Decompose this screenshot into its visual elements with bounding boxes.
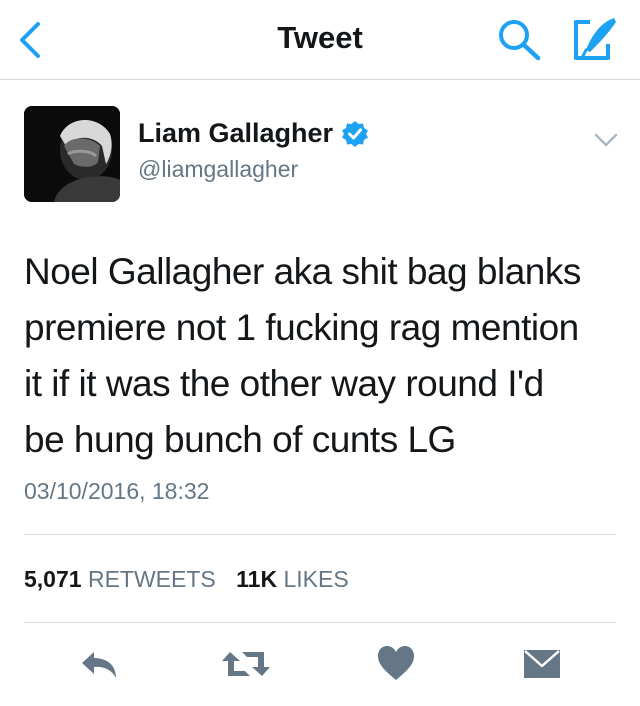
tweet-text: Noel Gallagher aka shit bag blanks premi…	[24, 244, 624, 468]
retweets-label: RETWEETS	[87, 566, 216, 592]
page-title: Tweet	[277, 20, 363, 55]
retweets-stat[interactable]: 5,071 RETWEETS	[24, 566, 236, 592]
likes-stat[interactable]: 11K LIKES	[236, 566, 349, 592]
tweet-text-line: be hung bunch of cunts LG	[24, 419, 456, 460]
avatar[interactable]	[24, 106, 120, 202]
tweet-timestamp: 03/10/2016, 18:32	[24, 478, 210, 504]
user-name-row[interactable]: Liam Gallagher	[138, 118, 369, 149]
tweet-text-line: Noel Gallagher aka shit bag blanks	[24, 251, 581, 292]
verified-badge-icon	[342, 120, 369, 147]
avatar-image	[24, 106, 120, 202]
chevron-down-icon[interactable]	[594, 132, 618, 148]
compose-icon[interactable]	[568, 14, 620, 64]
likes-count: 11K	[236, 566, 278, 592]
user-handle[interactable]: @liamgallagher	[138, 156, 298, 183]
envelope-icon[interactable]	[522, 644, 562, 684]
tweet-stats: 5,071 RETWEETS 11K LIKES	[24, 566, 349, 593]
likes-label: LIKES	[283, 566, 349, 592]
search-icon[interactable]	[496, 17, 544, 61]
divider	[24, 622, 616, 623]
retweet-icon[interactable]	[220, 644, 272, 684]
retweets-count: 5,071	[24, 566, 82, 592]
tweet-text-line: premiere not 1 fucking rag mention	[24, 307, 579, 348]
tweet-text-line: it if it was the other way round I'd	[24, 363, 544, 404]
chevron-left-icon[interactable]	[14, 20, 50, 60]
user-name[interactable]: Liam Gallagher	[138, 118, 333, 149]
divider	[24, 534, 616, 535]
reply-icon[interactable]	[80, 644, 120, 684]
heart-icon[interactable]	[376, 644, 416, 684]
navigation-bar: Tweet	[0, 0, 640, 80]
